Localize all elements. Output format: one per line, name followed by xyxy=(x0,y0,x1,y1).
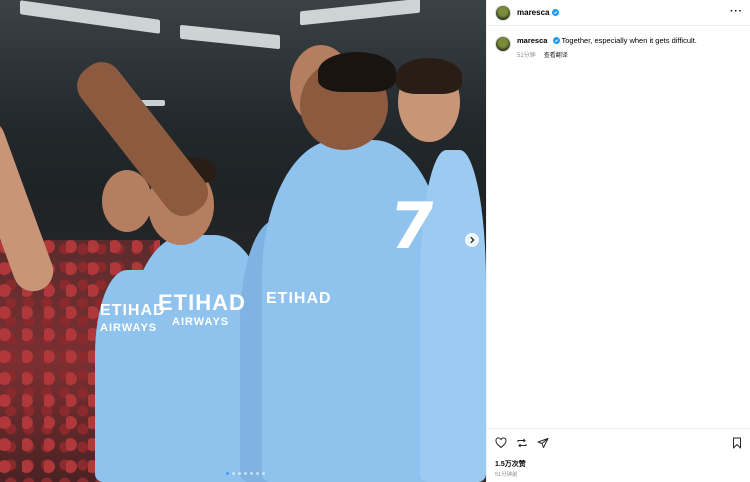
caption-meta: 51分钟 查看翻译 xyxy=(517,50,568,59)
caption-time: 51分钟 xyxy=(517,53,536,59)
post-timestamp: 51分钟前 xyxy=(495,472,518,478)
send-icon[interactable] xyxy=(537,437,549,449)
player-right-hair xyxy=(396,58,462,94)
carousel-dot xyxy=(250,472,253,475)
caption-username[interactable]: maresca xyxy=(517,36,547,45)
carousel-indicator xyxy=(226,472,265,475)
roof-light xyxy=(300,0,420,26)
carousel-dot xyxy=(256,472,259,475)
verified-badge-icon xyxy=(552,9,560,16)
post-footer: 1.5万次赞 51分钟前 xyxy=(487,428,750,482)
caption-text: Together, especially when it gets diffic… xyxy=(561,36,697,45)
carousel-dot xyxy=(232,472,235,475)
heart-icon[interactable] xyxy=(495,437,507,449)
post-details-panel: maresca ··· maresca Together, especially… xyxy=(486,0,750,482)
caption: maresca Together, especially when it get… xyxy=(517,36,697,46)
sponsor-text: ETIHAD xyxy=(266,290,332,307)
sponsor-text: ETIHAD xyxy=(100,302,166,319)
roof-light xyxy=(20,0,160,34)
bookmark-icon[interactable] xyxy=(731,437,743,449)
more-options-icon[interactable]: ··· xyxy=(730,7,743,17)
verified-badge-icon xyxy=(552,37,560,44)
sponsor-subtext: AIRWAYS xyxy=(172,316,230,328)
carousel-dot xyxy=(262,472,265,475)
player-center-hair xyxy=(318,52,396,92)
sponsor-text: ETIHAD xyxy=(158,290,246,315)
header-username[interactable]: maresca xyxy=(517,8,549,17)
avatar[interactable] xyxy=(495,4,511,21)
chevron-right-icon xyxy=(470,236,475,244)
carousel-dot xyxy=(226,472,229,475)
caption-avatar[interactable] xyxy=(495,36,511,52)
like-count[interactable]: 1.5万次赞 xyxy=(495,459,526,469)
sponsor-subtext: AIRWAYS xyxy=(100,322,158,334)
next-slide-button[interactable] xyxy=(465,233,479,247)
carousel-dot xyxy=(238,472,241,475)
repost-icon[interactable] xyxy=(516,437,528,449)
action-bar xyxy=(495,437,549,449)
post-header: maresca ··· xyxy=(487,0,750,26)
post-image[interactable]: ETIHAD AIRWAYS ETIHAD AIRWAYS ETIHAD 7 xyxy=(0,0,486,482)
see-translation-link[interactable]: 查看翻译 xyxy=(544,50,568,59)
carousel-dot xyxy=(244,472,247,475)
roof-light xyxy=(180,24,280,50)
